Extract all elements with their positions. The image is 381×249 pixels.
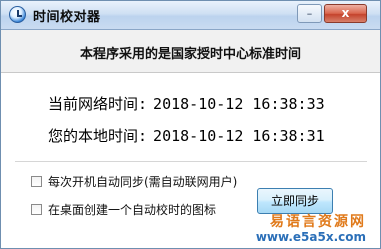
desktop-icon-label: 在桌面创建一个自动校时的图标 — [48, 203, 217, 217]
network-time-value: 2018-10-12 16:38:33 — [153, 95, 325, 113]
info-banner-text: 本程序采用的是国家授时中心标准时间 — [79, 47, 301, 62]
divider — [15, 161, 367, 162]
watermark-title: 易语言资源网 — [270, 214, 366, 230]
close-button[interactable]: x — [324, 4, 367, 23]
auto-sync-label: 每次开机自动同步(需自动联网用户) — [48, 175, 238, 189]
minimize-button[interactable]: – — [297, 4, 322, 23]
clock-icon — [9, 6, 26, 23]
app-window: 时间校对器 – x 本程序采用的是国家授时中心标准时间 当前网络时间: 2018-… — [0, 0, 381, 249]
desktop-icon-checkbox[interactable] — [31, 204, 42, 215]
watermark-url: www.e5a5x.com — [255, 230, 366, 244]
auto-sync-option[interactable]: 每次开机自动同步(需自动联网用户) — [31, 173, 237, 189]
auto-sync-checkbox[interactable] — [31, 176, 42, 187]
info-banner: 本程序采用的是国家授时中心标准时间 — [1, 30, 380, 73]
local-time-label: 您的本地时间: — [48, 127, 148, 145]
local-time-value: 2018-10-12 16:38:31 — [153, 127, 325, 145]
watermark: 易语言资源网 www.e5a5x.com — [256, 211, 374, 247]
title-bar[interactable]: 时间校对器 – x — [1, 1, 380, 30]
window-title: 时间校对器 — [33, 10, 101, 25]
network-time-label: 当前网络时间: — [48, 95, 148, 113]
desktop-icon-option[interactable]: 在桌面创建一个自动校时的图标 — [31, 201, 216, 217]
network-time-row: 当前网络时间: 2018-10-12 16:38:33 — [48, 93, 325, 114]
local-time-row: 您的本地时间: 2018-10-12 16:38:31 — [48, 125, 325, 146]
